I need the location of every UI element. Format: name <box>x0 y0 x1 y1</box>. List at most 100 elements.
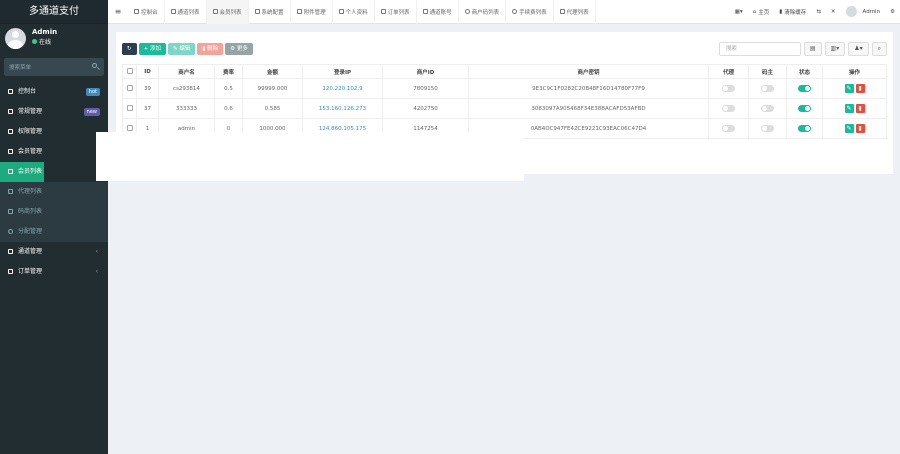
tab-order-list[interactable]: 订单列表 <box>375 0 417 24</box>
toggle-view-button[interactable]: ▤ <box>803 42 822 56</box>
column-header-amount[interactable]: 金额 <box>242 64 303 79</box>
tab-label: 会员列表 <box>219 9 242 16</box>
cell-name: 333333 <box>158 98 215 119</box>
delete-label: 删除 <box>207 46 219 52</box>
tab-member-list[interactable]: 会员列表 <box>206 0 249 24</box>
search-toggle-button[interactable]: ⌕ <box>871 42 887 56</box>
language-icon[interactable]: ⇆ <box>811 0 826 24</box>
cell-actions[interactable]: ✎ ▮ <box>822 118 887 139</box>
tab-dashboard[interactable]: 控制台 <box>128 0 165 24</box>
delete-button[interactable]: ▮ 删除 <box>197 43 224 55</box>
edit-row-button[interactable]: ✎ <box>844 104 854 113</box>
sidebar-item-channel[interactable]: 通道管理 ‹ <box>0 242 108 262</box>
sidebar-item-auth[interactable]: 权限管理 <box>0 122 108 142</box>
search-icon[interactable] <box>92 63 97 68</box>
owner-toggle-switch[interactable] <box>761 85 774 92</box>
home-link[interactable]: ⌂ 主页 <box>748 0 775 24</box>
clear-cache-button[interactable]: ▮ 清除缓存 <box>774 0 811 24</box>
cell-actions[interactable]: ✎ ▮ <box>822 78 887 99</box>
sidebar-search[interactable]: 搜索菜单 <box>4 58 104 76</box>
agent-toggle-switch[interactable] <box>722 105 735 112</box>
more-button[interactable]: ⚙ 更多 <box>225 43 253 55</box>
checkbox[interactable] <box>126 67 133 74</box>
agent-toggle-switch[interactable] <box>722 85 735 92</box>
cell-name: cs293814 <box>158 78 215 99</box>
sidebar-item-label: 代理列表 <box>18 188 43 195</box>
cell-owner[interactable] <box>748 98 787 119</box>
cell-login-ip[interactable]: 153.160.126.273 <box>302 98 383 119</box>
checkbox[interactable] <box>126 84 133 91</box>
table-row[interactable]: 39 cs293814 0.5 99999.000 120.220.102.9 78091… <box>122 78 887 99</box>
more-label: 更多 <box>236 46 248 52</box>
column-header-merchant-key: 商户密钥 <box>468 64 709 79</box>
hamburger-icon[interactable]: ≡ <box>108 7 128 16</box>
settings-icon[interactable]: ⚙ <box>885 0 900 24</box>
columns-dropdown-button[interactable]: ▥▾ <box>824 42 846 56</box>
app-logo[interactable]: 多通道支付 <box>0 0 108 24</box>
table-toolbar: ↻ + 添加 ✎ 编辑 ▮ 删除 ⚙ 更多 <box>122 43 253 55</box>
sidebar-item-dashboard[interactable]: 控制台 hot <box>0 82 108 102</box>
sidebar-item-agent-list[interactable]: 代理列表 <box>0 182 108 202</box>
cell-actions[interactable]: ✎ ▮ <box>822 98 887 119</box>
fullscreen-icon[interactable]: ✕ <box>826 0 841 24</box>
sidebar-item-general[interactable]: 常规管理 new <box>0 102 108 122</box>
cell-owner[interactable] <box>748 118 787 139</box>
tab-channel-list[interactable]: 通道列表 <box>165 0 207 24</box>
tab-system-config[interactable]: 系统配置 <box>249 0 291 24</box>
cell-status[interactable] <box>786 118 823 139</box>
sidebar-item-member[interactable]: 会员管理 <box>0 142 108 162</box>
cell-status[interactable] <box>786 98 823 119</box>
tab-label: 商户码列表 <box>471 9 500 16</box>
bars-icon <box>8 249 13 254</box>
cell-agent[interactable] <box>708 78 749 99</box>
user-menu[interactable]: Admin <box>841 0 886 24</box>
column-header-id[interactable]: ID <box>136 64 159 79</box>
status-toggle-switch[interactable] <box>798 105 811 112</box>
tab-attachment[interactable]: 附件管理 <box>291 0 333 24</box>
tab-agent-list[interactable]: 代理列表 <box>554 0 596 24</box>
agent-toggle-switch[interactable] <box>722 125 735 132</box>
delete-row-button[interactable]: ▮ <box>855 104 865 113</box>
checkbox[interactable] <box>126 104 133 111</box>
sidebar-item-merchant-list[interactable]: 码商列表 <box>0 202 108 222</box>
user-status-text: 在线 <box>39 39 52 46</box>
table-row[interactable]: 37 333333 0.6 0.585 153.160.126.273 4202750 30… <box>122 98 887 119</box>
tab-merchant-code-list[interactable]: 商户码列表 <box>459 0 507 24</box>
owner-toggle-switch[interactable] <box>761 125 774 132</box>
delete-row-button[interactable]: ▮ <box>855 84 865 93</box>
row-checkbox-cell[interactable] <box>122 98 137 119</box>
grid-dropdown-icon[interactable]: ▦▾ <box>730 0 748 24</box>
sidebar-menu: 控制台 hot 常规管理 new 权限管理 会员管理 会员列表 代理列表 码商列表 … <box>0 82 108 282</box>
tab-fee-list[interactable]: 手续费列表 <box>506 0 554 24</box>
status-toggle-switch[interactable] <box>798 125 811 132</box>
table-search-input[interactable]: 搜索 <box>718 42 801 56</box>
sidebar-item-order[interactable]: 订单管理 ‹ <box>0 262 108 282</box>
checkbox[interactable] <box>126 124 133 131</box>
export-dropdown-button[interactable]: ♟▾ <box>848 42 869 56</box>
chart-icon <box>8 269 13 274</box>
gear-icon <box>512 9 518 14</box>
sidebar-item-assign[interactable]: 分配管理 <box>0 222 108 242</box>
owner-toggle-switch[interactable] <box>761 105 774 112</box>
status-toggle-switch[interactable] <box>798 85 811 92</box>
cell-agent[interactable] <box>708 98 749 119</box>
refresh-button[interactable]: ↻ <box>122 43 137 55</box>
cell-agent[interactable] <box>708 118 749 139</box>
sidebar-item-member-list[interactable]: 会员列表 <box>0 162 44 182</box>
tab-label: 手续费列表 <box>519 9 547 16</box>
row-checkbox-cell[interactable] <box>122 78 137 99</box>
tab-profile[interactable]: 个人资料 <box>333 0 375 24</box>
column-header-status: 状态 <box>786 64 823 79</box>
tab-channel-account[interactable]: 通道账号 <box>417 0 459 24</box>
column-header-rate[interactable]: 费率 <box>214 64 243 79</box>
edit-row-button[interactable]: ✎ <box>844 84 854 93</box>
cell-status[interactable] <box>786 78 823 99</box>
cell-login-ip[interactable]: 120.220.102.9 <box>302 78 383 99</box>
cell-owner[interactable] <box>748 78 787 99</box>
add-button[interactable]: + 添加 <box>138 43 166 55</box>
select-all-checkbox-cell[interactable] <box>122 64 137 79</box>
sidebar-item-label: 控制台 <box>18 88 37 95</box>
edit-row-button[interactable]: ✎ <box>844 124 854 133</box>
edit-button[interactable]: ✎ 编辑 <box>167 43 196 55</box>
delete-row-button[interactable]: ▮ <box>855 124 865 133</box>
